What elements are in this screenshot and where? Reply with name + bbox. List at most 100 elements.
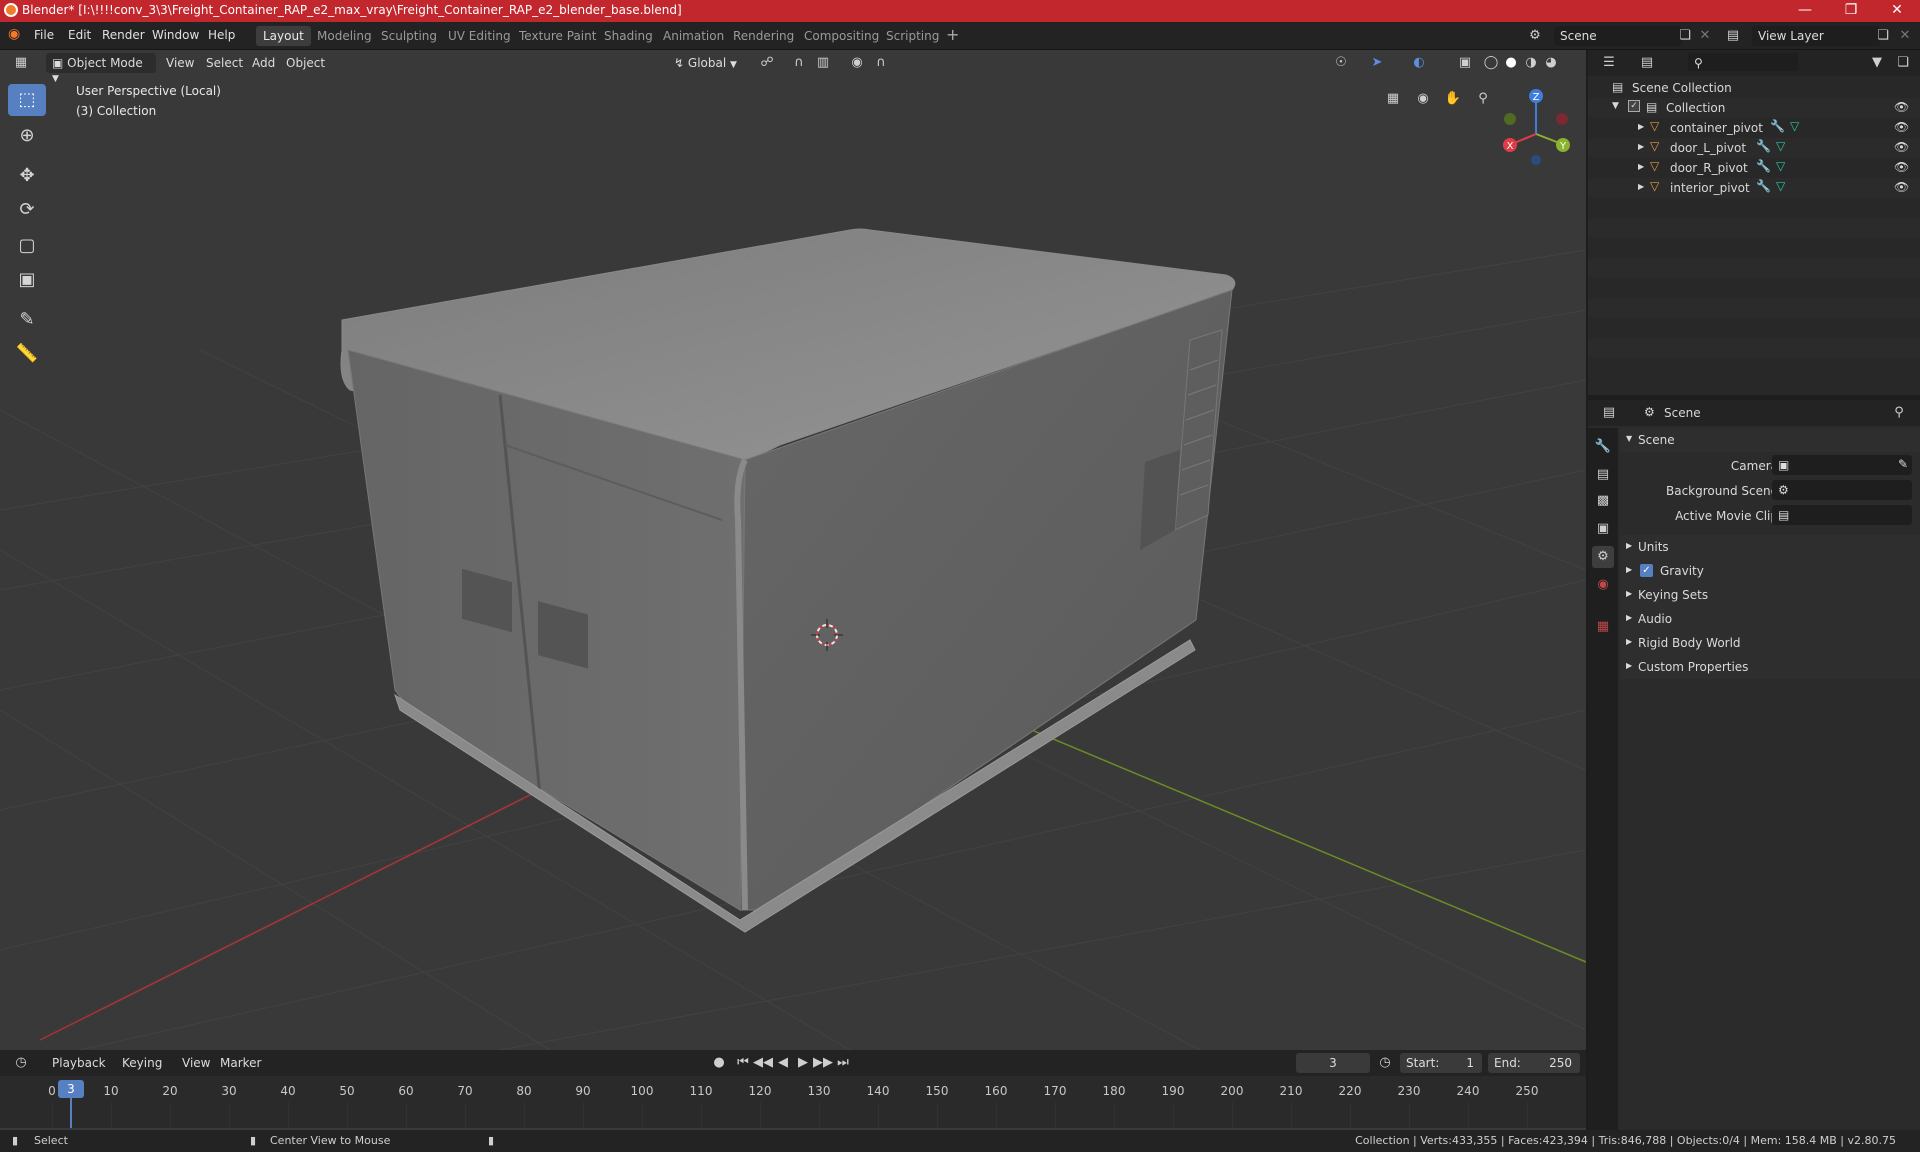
restore-icon[interactable]: ❐ bbox=[1828, 0, 1874, 22]
collection-checkbox[interactable]: ✓ bbox=[1628, 100, 1640, 112]
tab-world-icon[interactable]: ◉ bbox=[1592, 574, 1614, 596]
current-frame-field[interactable]: 3 bbox=[1296, 1053, 1370, 1073]
mode-select[interactable]: ▣ Object Mode ▼ bbox=[46, 53, 156, 84]
eye-icon[interactable]: 👁 bbox=[1894, 100, 1909, 114]
scene-panel-header[interactable]: ▼ Scene bbox=[1620, 428, 1920, 452]
pivot-point-icon[interactable]: ☍ bbox=[756, 52, 778, 74]
transform-orientation-select[interactable]: ↯ Global ▼ bbox=[668, 53, 743, 73]
snap-magnet-icon[interactable]: ∩ bbox=[788, 52, 810, 74]
menu-select[interactable]: Select bbox=[200, 53, 249, 73]
tab-animation[interactable]: Animation bbox=[656, 26, 731, 46]
view-layer-icon[interactable]: ▤ bbox=[1722, 25, 1744, 47]
falloff-icon[interactable]: ∩ bbox=[870, 52, 892, 74]
playhead-line[interactable] bbox=[70, 1098, 72, 1128]
camera-field[interactable]: ▣ ✎ bbox=[1772, 455, 1912, 475]
shading-rendered-icon[interactable]: ◕ bbox=[1540, 52, 1562, 74]
menu-keying[interactable]: Keying bbox=[116, 1053, 168, 1073]
freight-container-model[interactable] bbox=[340, 228, 1236, 933]
end-frame-field[interactable]: End: 250 bbox=[1488, 1053, 1580, 1073]
scale-tool-icon[interactable]: ▢ bbox=[8, 230, 46, 262]
outliner-row-object[interactable]: ▶ ▽ door_R_pivot 🔧 ▽ 👁 bbox=[1588, 158, 1920, 178]
play-icon[interactable]: ▶ bbox=[792, 1052, 814, 1074]
outliner-row-collection[interactable]: ▼ ✓ ▤ Collection 👁 bbox=[1588, 98, 1920, 118]
start-frame-field[interactable]: Start: 1 bbox=[1400, 1053, 1482, 1073]
outliner-search-input[interactable]: ⚲ bbox=[1688, 53, 1798, 71]
minimize-icon[interactable]: — bbox=[1782, 0, 1828, 22]
shading-wireframe-icon[interactable]: ◯ bbox=[1480, 52, 1502, 74]
menu-render[interactable]: Render bbox=[102, 28, 145, 42]
toggle-grid-icon[interactable]: ▦ bbox=[1382, 88, 1404, 110]
tab-layout[interactable]: Layout bbox=[256, 26, 311, 46]
expand-right-icon[interactable]: ▶ bbox=[1638, 162, 1644, 171]
annotate-tool-icon[interactable]: ✎ bbox=[8, 304, 46, 336]
units-panel-header[interactable]: ▶ Units bbox=[1620, 535, 1920, 559]
tab-scene-icon[interactable]: ⚙ bbox=[1592, 546, 1614, 568]
outliner-row-object[interactable]: ▶ ▽ door_L_pivot 🔧 ▽ 👁 bbox=[1588, 138, 1920, 158]
select-box-tool-icon[interactable]: ⬚ bbox=[8, 84, 46, 116]
proportional-editing-icon[interactable]: ◉ bbox=[846, 52, 868, 74]
scene-browse-icon[interactable]: ⚙ bbox=[1524, 25, 1546, 47]
menu-object[interactable]: Object bbox=[280, 53, 331, 73]
measure-tool-icon[interactable]: 📏 bbox=[8, 338, 46, 370]
tab-uv-editing[interactable]: UV Editing bbox=[441, 26, 518, 46]
preview-range-icon[interactable]: ◷ bbox=[1374, 1052, 1396, 1074]
properties-editor-type-icon[interactable]: ▤ bbox=[1598, 402, 1620, 424]
editor-type-icon[interactable]: ▦ bbox=[10, 52, 32, 74]
gravity-checkbox[interactable]: ✓ bbox=[1640, 564, 1653, 577]
display-mode-icon[interactable]: ▤ bbox=[1636, 52, 1658, 74]
keying-sets-panel-header[interactable]: ▶ Keying Sets bbox=[1620, 583, 1920, 607]
camera-view-icon[interactable]: ◉ bbox=[1412, 88, 1434, 110]
expand-down-icon[interactable]: ▼ bbox=[1612, 101, 1619, 111]
tab-compositing[interactable]: Compositing bbox=[797, 26, 886, 46]
shading-material-icon[interactable]: ◑ bbox=[1520, 52, 1542, 74]
menu-timeline-view[interactable]: View bbox=[176, 1053, 216, 1073]
tab-view-layer-icon[interactable]: ▣ bbox=[1592, 518, 1614, 540]
play-reverse-icon[interactable]: ◀ bbox=[772, 1052, 794, 1074]
expand-right-icon[interactable]: ▶ bbox=[1638, 142, 1644, 151]
shading-solid-icon[interactable]: ● bbox=[1500, 52, 1522, 74]
gravity-panel-header[interactable]: ▶ ✓ Gravity bbox=[1620, 559, 1920, 583]
new-collection-icon[interactable]: ❏ bbox=[1892, 52, 1914, 74]
expand-right-icon[interactable]: ▶ bbox=[1638, 182, 1644, 191]
audio-panel-header[interactable]: ▶ Audio bbox=[1620, 607, 1920, 631]
close-icon[interactable]: ✕ bbox=[1874, 0, 1920, 22]
tab-texture-paint[interactable]: Texture Paint bbox=[512, 26, 603, 46]
zoom-icon[interactable]: ⚲ bbox=[1472, 88, 1494, 110]
active-movie-clip-field[interactable]: ▤ bbox=[1772, 505, 1912, 525]
next-keyframe-icon[interactable]: ▶▶ bbox=[812, 1052, 834, 1074]
menu-add[interactable]: Add bbox=[246, 53, 281, 73]
eye-icon[interactable]: 👁 bbox=[1894, 140, 1909, 154]
outliner-row-object[interactable]: ▶ ▽ container_pivot 🔧 ▽ 👁 bbox=[1588, 118, 1920, 138]
move-tool-icon[interactable]: ✥ bbox=[8, 160, 46, 192]
expand-right-icon[interactable]: ▶ bbox=[1638, 122, 1644, 131]
show-overlays-icon[interactable]: ◐ bbox=[1408, 52, 1430, 74]
transform-tool-icon[interactable]: ▣ bbox=[8, 264, 46, 296]
3d-viewport[interactable]: User Perspective (Local) (3) Collection … bbox=[0, 50, 1586, 1050]
outliner-row-object[interactable]: ▶ ▽ interior_pivot 🔧 ▽ 👁 bbox=[1588, 178, 1920, 198]
view-layer-field[interactable]: View Layer bbox=[1752, 26, 1880, 46]
custom-properties-panel-header[interactable]: ▶ Custom Properties bbox=[1620, 655, 1920, 679]
background-scene-field[interactable]: ⚙ bbox=[1772, 480, 1912, 500]
rotate-tool-icon[interactable]: ⟳ bbox=[8, 194, 46, 226]
rigid-body-world-panel-header[interactable]: ▶ Rigid Body World bbox=[1620, 631, 1920, 655]
outliner-row-scene-collection[interactable]: ▤ Scene Collection bbox=[1588, 78, 1920, 98]
visibility-selectability-icon[interactable]: ☉ bbox=[1330, 52, 1352, 74]
eye-icon[interactable]: 👁 bbox=[1894, 120, 1909, 134]
outliner-editor-type-icon[interactable]: ☰ bbox=[1598, 52, 1620, 74]
tab-shading[interactable]: Shading bbox=[597, 26, 660, 46]
menu-help[interactable]: Help bbox=[208, 28, 235, 42]
pin-icon[interactable]: ⚲ bbox=[1888, 402, 1910, 424]
tab-texture-icon[interactable]: ▦ bbox=[1592, 616, 1614, 638]
view-layer-delete-icon[interactable]: ✕ bbox=[1894, 25, 1916, 47]
cursor-tool-icon[interactable]: ⊕ bbox=[8, 120, 46, 152]
navigation-gizmo[interactable]: Z Y X bbox=[1496, 86, 1576, 166]
timeline-editor-type-icon[interactable]: ◷ bbox=[10, 1052, 32, 1074]
scene-field[interactable]: Scene bbox=[1554, 26, 1682, 46]
eyedropper-icon[interactable]: ✎ bbox=[1898, 457, 1908, 471]
tab-scripting[interactable]: Scripting bbox=[879, 26, 946, 46]
filter-icon[interactable]: ▼ bbox=[1866, 52, 1888, 74]
jump-start-icon[interactable]: ⏮ bbox=[732, 1052, 754, 1074]
tab-tool-icon[interactable]: 🔧 bbox=[1592, 436, 1614, 458]
menu-playback[interactable]: Playback bbox=[46, 1053, 112, 1073]
snap-target-icon[interactable]: ▥ bbox=[812, 52, 834, 74]
